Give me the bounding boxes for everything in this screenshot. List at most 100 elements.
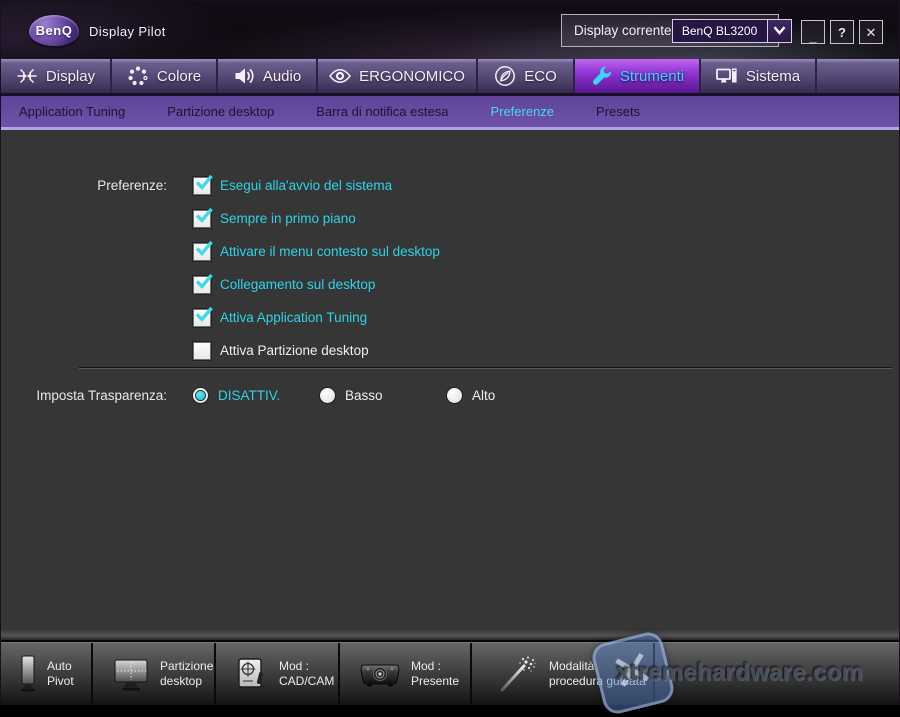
preference-row: Attivare il menu contesto sul desktop bbox=[1, 235, 899, 268]
benq-logo: BenQ bbox=[29, 15, 79, 46]
display-compress-icon bbox=[16, 65, 38, 87]
tab-ergonomico[interactable]: ERGONOMICO bbox=[318, 59, 478, 93]
radio-button-icon[interactable] bbox=[320, 388, 335, 403]
radio-button-icon[interactable] bbox=[447, 388, 462, 403]
magic-wand-icon bbox=[498, 654, 538, 694]
transparency-section-label: Imposta Trasparenza: bbox=[1, 388, 167, 403]
radio-alto[interactable]: Alto bbox=[447, 388, 574, 403]
checkbox[interactable] bbox=[193, 177, 211, 195]
eye-icon bbox=[329, 65, 351, 87]
preference-label[interactable]: Attiva Application Tuning bbox=[220, 310, 367, 325]
checkbox[interactable] bbox=[193, 210, 211, 228]
preference-row: Sempre in primo piano bbox=[1, 202, 899, 235]
titlebar: BenQ Display Pilot Display corrente BenQ… bbox=[1, 1, 899, 59]
tab-colore[interactable]: Colore bbox=[112, 59, 218, 93]
button-label-line1: Mod : bbox=[279, 659, 334, 674]
preference-label[interactable]: Sempre in primo piano bbox=[220, 211, 356, 226]
button-label-line1: Auto bbox=[47, 659, 74, 674]
preference-label[interactable]: Collegamento sul desktop bbox=[220, 277, 375, 292]
radio-dot bbox=[196, 391, 205, 400]
radio-disattiv[interactable]: DISATTIV. bbox=[193, 388, 320, 403]
preference-label[interactable]: Esegui alla'avvio del sistema bbox=[220, 178, 392, 193]
tab-label: Audio bbox=[263, 68, 301, 85]
checkmark-icon bbox=[193, 205, 215, 230]
button-label-line2: desktop bbox=[160, 674, 213, 689]
checkmark-icon bbox=[193, 271, 215, 296]
desktop-partition-icon bbox=[113, 656, 149, 692]
cadcam-document-icon bbox=[236, 656, 268, 692]
wrench-icon bbox=[590, 65, 612, 87]
help-button[interactable]: ? bbox=[830, 20, 854, 44]
checkbox[interactable] bbox=[193, 309, 211, 327]
auto-pivot-button[interactable]: Auto Pivot bbox=[1, 643, 93, 704]
tab-label: Colore bbox=[157, 68, 201, 85]
display-select[interactable]: BenQ BL3200 bbox=[672, 19, 792, 43]
sub-tabbar: Application Tuning Partizione desktop Ba… bbox=[1, 96, 899, 130]
radio-label[interactable]: Alto bbox=[472, 388, 495, 403]
button-label-line1: Mod : bbox=[411, 659, 459, 674]
mod-presente-button[interactable]: Mod : Presente bbox=[340, 643, 472, 704]
minimize-button[interactable]: _ bbox=[801, 20, 825, 44]
checkmark-icon bbox=[193, 172, 215, 197]
tab-eco[interactable]: ECO bbox=[478, 59, 575, 93]
content-spacer bbox=[1, 412, 899, 630]
app-title: Display Pilot bbox=[89, 24, 166, 39]
subtab-application-tuning[interactable]: Application Tuning bbox=[19, 104, 125, 119]
system-monitor-icon bbox=[716, 65, 738, 87]
subtab-partizione-desktop[interactable]: Partizione desktop bbox=[167, 104, 274, 119]
radio-label[interactable]: DISATTIV. bbox=[218, 388, 280, 403]
tab-label: Display bbox=[46, 68, 95, 85]
window-controls: _ ? ✕ bbox=[801, 20, 883, 44]
preference-row: Attiva Partizione desktop bbox=[1, 334, 899, 367]
benq-logo-text: BenQ bbox=[36, 23, 73, 38]
checkbox[interactable] bbox=[193, 342, 211, 360]
content-area: Preferenze: Esegui alla'avvio del sistem… bbox=[1, 130, 899, 642]
chevron-down-icon[interactable] bbox=[767, 20, 791, 42]
checkbox[interactable] bbox=[193, 243, 211, 261]
speaker-icon bbox=[233, 65, 255, 87]
subtab-presets[interactable]: Presets bbox=[596, 104, 640, 119]
tab-label: Strumenti bbox=[620, 68, 684, 85]
tab-sistema[interactable]: Sistema bbox=[701, 59, 817, 93]
button-label-line1: Partizione bbox=[160, 659, 213, 674]
preference-row: Attiva Application Tuning bbox=[1, 301, 899, 334]
display-select-value[interactable]: BenQ BL3200 bbox=[673, 20, 767, 42]
button-label-line2: Pivot bbox=[47, 674, 74, 689]
tab-display[interactable]: Display bbox=[1, 59, 112, 93]
transparency-section: Imposta Trasparenza: DISATTIV. Basso Alt… bbox=[1, 378, 899, 412]
tab-label: ECO bbox=[524, 68, 557, 85]
tab-label: Sistema bbox=[746, 68, 800, 85]
radio-label[interactable]: Basso bbox=[345, 388, 383, 403]
partizione-desktop-button[interactable]: Partizione desktop bbox=[93, 643, 216, 704]
button-label-line2: Presente bbox=[411, 674, 459, 689]
tab-strumenti[interactable]: Strumenti bbox=[575, 59, 701, 93]
preference-label[interactable]: Attiva Partizione desktop bbox=[220, 343, 369, 358]
bottom-bevel bbox=[1, 630, 899, 642]
radio-basso[interactable]: Basso bbox=[320, 388, 447, 403]
close-button[interactable]: ✕ bbox=[859, 20, 883, 44]
preferences-section: Preferenze: Esegui alla'avvio del sistem… bbox=[1, 130, 899, 367]
watermark-text: xtremehardware.com bbox=[616, 659, 863, 687]
subtab-preferenze[interactable]: Preferenze bbox=[490, 104, 554, 119]
display-current-box: Display corrente BenQ BL3200 bbox=[561, 14, 779, 47]
eco-leaf-icon bbox=[494, 65, 516, 87]
main-tabbar: Display Colore Audio bbox=[1, 59, 899, 96]
transparency-options: DISATTIV. Basso Alto bbox=[193, 388, 574, 403]
preference-row: Preferenze: Esegui alla'avvio del sistem… bbox=[1, 169, 899, 202]
mod-cadcam-button[interactable]: Mod : CAD/CAM bbox=[216, 643, 340, 704]
checkmark-icon bbox=[193, 238, 215, 263]
section-divider bbox=[79, 367, 892, 369]
tab-label: ERGONOMICO bbox=[359, 68, 465, 85]
button-label-line2: CAD/CAM bbox=[279, 674, 334, 689]
preference-label[interactable]: Attivare il menu contesto sul desktop bbox=[220, 244, 440, 259]
color-dots-icon bbox=[127, 65, 149, 87]
tab-audio[interactable]: Audio bbox=[218, 59, 318, 93]
bottom-toolbar: Auto Pivot Partizione desktop bbox=[1, 642, 899, 704]
checkmark-icon bbox=[193, 304, 215, 329]
checkbox[interactable] bbox=[193, 276, 211, 294]
subtab-barra-notifica[interactable]: Barra di notifica estesa bbox=[316, 104, 448, 119]
projector-icon bbox=[360, 659, 400, 689]
radio-button-icon[interactable] bbox=[193, 388, 208, 403]
preference-row: Collegamento sul desktop bbox=[1, 268, 899, 301]
preferences-section-label: Preferenze: bbox=[1, 178, 167, 193]
